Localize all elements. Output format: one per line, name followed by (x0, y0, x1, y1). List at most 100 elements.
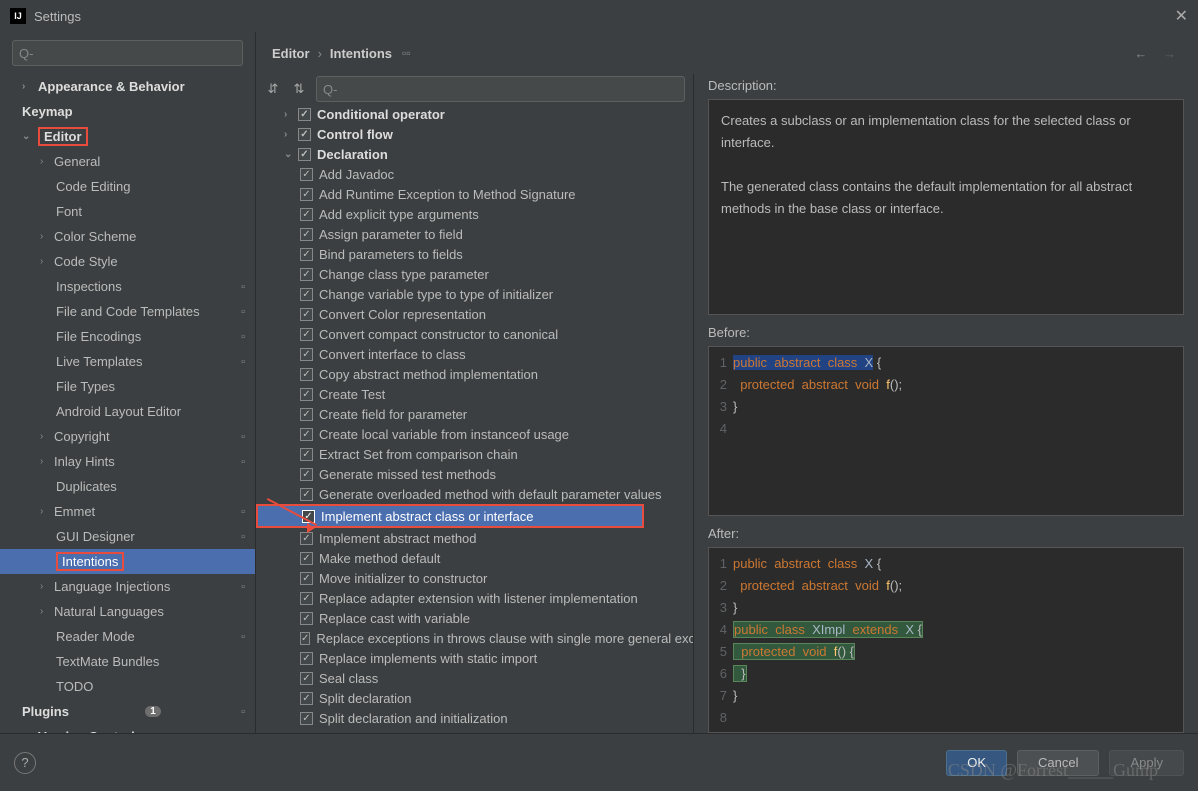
back-icon[interactable]: ← (1134, 46, 1147, 61)
sidebar-item-appearance-behavior[interactable]: ›Appearance & Behavior (0, 74, 255, 99)
checkbox[interactable] (300, 348, 313, 361)
intention-replace-cast-with-variable[interactable]: Replace cast with variable (256, 608, 693, 628)
sidebar-item-code-style[interactable]: ›Code Style (0, 249, 255, 274)
intention-change-class-type-parameter[interactable]: Change class type parameter (256, 264, 693, 284)
checkbox[interactable] (302, 510, 315, 523)
sidebar-item-duplicates[interactable]: Duplicates (0, 474, 255, 499)
intention-declaration[interactable]: ⌄Declaration (256, 144, 693, 164)
gear-icon[interactable]: ▫ (241, 306, 245, 318)
intention-control-flow[interactable]: ›Control flow (256, 124, 693, 144)
sidebar-item-language-injections[interactable]: ›Language Injections▫ (0, 574, 255, 599)
gear-icon[interactable]: ▫ (241, 281, 245, 293)
intention-add-explicit-type-arguments[interactable]: Add explicit type arguments (256, 204, 693, 224)
sidebar-item-editor[interactable]: ⌄Editor (0, 124, 255, 149)
checkbox[interactable] (300, 592, 313, 605)
sidebar-item-file-types[interactable]: File Types (0, 374, 255, 399)
intention-convert-color-representation[interactable]: Convert Color representation (256, 304, 693, 324)
sidebar-item-general[interactable]: ›General (0, 149, 255, 174)
gear-icon[interactable]: ▫ (241, 531, 245, 543)
checkbox[interactable] (298, 108, 311, 121)
sidebar-item-file-encodings[interactable]: File Encodings▫ (0, 324, 255, 349)
sidebar-item-inspections[interactable]: Inspections▫ (0, 274, 255, 299)
sidebar-item-reader-mode[interactable]: Reader Mode▫ (0, 624, 255, 649)
gear-icon[interactable]: ▫ (241, 356, 245, 368)
intention-make-method-default[interactable]: Make method default (256, 548, 693, 568)
intention-conditional-operator[interactable]: ›Conditional operator (256, 104, 693, 124)
intention-replace-adapter-extension-with-listener-implementation[interactable]: Replace adapter extension with listener … (256, 588, 693, 608)
help-icon[interactable]: ? (14, 752, 36, 774)
intention-move-initializer-to-constructor[interactable]: Move initializer to constructor (256, 568, 693, 588)
sidebar-item-copyright[interactable]: ›Copyright▫ (0, 424, 255, 449)
sidebar-item-font[interactable]: Font (0, 199, 255, 224)
intention-create-local-variable-from-instanceof-usage[interactable]: Create local variable from instanceof us… (256, 424, 693, 444)
intention-extract-set-from-comparison-chain[interactable]: Extract Set from comparison chain (256, 444, 693, 464)
intention-add-runtime-exception-to-method-signature[interactable]: Add Runtime Exception to Method Signatur… (256, 184, 693, 204)
sidebar-item-plugins[interactable]: Plugins1▫ (0, 699, 255, 724)
checkbox[interactable] (300, 188, 313, 201)
sidebar-item-intentions[interactable]: Intentions (0, 549, 255, 574)
intention-generate-overloaded-method-with-default-parameter-values[interactable]: Generate overloaded method with default … (256, 484, 693, 504)
expand-all-icon[interactable]: ⇵ (264, 81, 282, 97)
sidebar-item-todo[interactable]: TODO (0, 674, 255, 699)
checkbox[interactable] (300, 228, 313, 241)
intention-split-declaration-and-initialization[interactable]: Split declaration and initialization (256, 708, 693, 728)
intention-copy-abstract-method-implementation[interactable]: Copy abstract method implementation (256, 364, 693, 384)
checkbox[interactable] (300, 288, 313, 301)
sidebar-item-keymap[interactable]: Keymap (0, 99, 255, 124)
sidebar-item-android-layout-editor[interactable]: Android Layout Editor (0, 399, 255, 424)
checkbox[interactable] (300, 368, 313, 381)
checkbox[interactable] (300, 208, 313, 221)
sidebar-item-live-templates[interactable]: Live Templates▫ (0, 349, 255, 374)
sidebar-item-inlay-hints[interactable]: ›Inlay Hints▫ (0, 449, 255, 474)
sidebar-item-color-scheme[interactable]: ›Color Scheme (0, 224, 255, 249)
checkbox[interactable] (300, 488, 313, 501)
gear-icon[interactable]: ▫ (241, 581, 245, 593)
checkbox[interactable] (298, 148, 311, 161)
intention-replace-implements-with-static-import[interactable]: Replace implements with static import (256, 648, 693, 668)
sidebar-item-gui-designer[interactable]: GUI Designer▫ (0, 524, 255, 549)
sidebar-item-code-editing[interactable]: Code Editing (0, 174, 255, 199)
checkbox[interactable] (300, 652, 313, 665)
checkbox[interactable] (300, 552, 313, 565)
checkbox[interactable] (300, 308, 313, 321)
intention-create-field-for-parameter[interactable]: Create field for parameter (256, 404, 693, 424)
gear-icon[interactable]: ▫ (241, 506, 245, 518)
intention-implement-abstract-class-or-interface[interactable]: Implement abstract class or interface (256, 504, 644, 528)
gear-icon[interactable]: ▫ (241, 331, 245, 343)
close-icon[interactable]: ✕ (1175, 6, 1188, 26)
intention-assign-parameter-to-field[interactable]: Assign parameter to field (256, 224, 693, 244)
forward-icon[interactable]: → (1163, 46, 1176, 61)
checkbox[interactable] (300, 672, 313, 685)
intention-add-javadoc[interactable]: Add Javadoc (256, 164, 693, 184)
intention-tree[interactable]: ›Conditional operator›Control flow⌄Decla… (256, 104, 693, 733)
checkbox[interactable] (300, 248, 313, 261)
intention-generate-missed-test-methods[interactable]: Generate missed test methods (256, 464, 693, 484)
sidebar-item-textmate-bundles[interactable]: TextMate Bundles (0, 649, 255, 674)
checkbox[interactable] (300, 268, 313, 281)
checkbox[interactable] (300, 168, 313, 181)
checkbox[interactable] (300, 408, 313, 421)
collapse-all-icon[interactable]: ⇅ (290, 81, 308, 97)
checkbox[interactable] (300, 532, 313, 545)
intention-implement-abstract-method[interactable]: Implement abstract method (256, 528, 693, 548)
intention-search-input[interactable]: Q- (316, 76, 685, 102)
gear-icon[interactable]: ▫ (241, 706, 245, 718)
checkbox[interactable] (300, 328, 313, 341)
sidebar-item-natural-languages[interactable]: ›Natural Languages (0, 599, 255, 624)
intention-replace-exceptions-in-throws-clause-with-single-more-general-exception[interactable]: Replace exceptions in throws clause with… (256, 628, 693, 648)
checkbox[interactable] (298, 128, 311, 141)
sidebar-item-file-and-code-templates[interactable]: File and Code Templates▫ (0, 299, 255, 324)
intention-convert-compact-constructor-to-canonical[interactable]: Convert compact constructor to canonical (256, 324, 693, 344)
checkbox[interactable] (300, 428, 313, 441)
gear-icon[interactable]: ▫ (241, 631, 245, 643)
checkbox[interactable] (300, 448, 313, 461)
intention-change-variable-type-to-type-of-initializer[interactable]: Change variable type to type of initiali… (256, 284, 693, 304)
checkbox[interactable] (300, 468, 313, 481)
checkbox[interactable] (300, 712, 313, 725)
gear-icon[interactable]: ▫ (241, 431, 245, 443)
intention-bind-parameters-to-fields[interactable]: Bind parameters to fields (256, 244, 693, 264)
intention-create-test[interactable]: Create Test (256, 384, 693, 404)
sidebar-item-emmet[interactable]: ›Emmet▫ (0, 499, 255, 524)
checkbox[interactable] (300, 612, 313, 625)
gear-icon[interactable]: ▫ (241, 456, 245, 468)
